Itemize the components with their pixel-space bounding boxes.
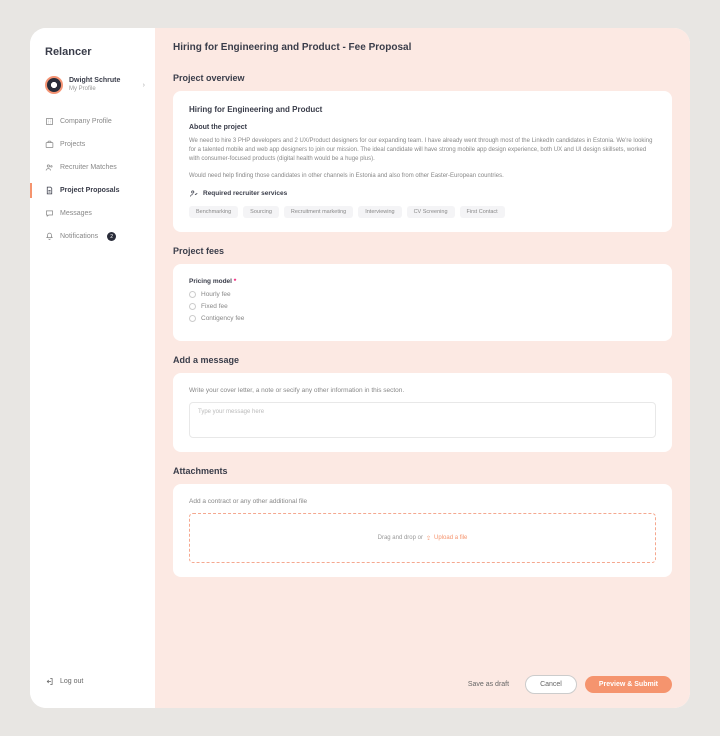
tag-list: Benchmarking Sourcing Recruitment market… <box>189 206 656 218</box>
attachments-heading: Attachments <box>173 466 672 476</box>
nav-label: Projects <box>60 141 85 148</box>
avatar <box>45 76 63 94</box>
about-p1: We need to hire 3 PHP developers and 2 U… <box>189 137 656 164</box>
brand-logo: Relancer <box>45 46 155 58</box>
fees-heading: Project fees <box>173 246 672 256</box>
tag: Sourcing <box>243 206 279 218</box>
pricing-label: Pricing model * <box>189 278 656 285</box>
radio-icon <box>189 315 196 322</box>
profile-name: Dwight Schrute <box>69 77 120 85</box>
nav-label: Recruiter Matches <box>60 164 117 171</box>
document-icon <box>45 186 54 195</box>
save-draft-button[interactable]: Save as draft <box>460 676 517 693</box>
tag: CV Screening <box>407 206 455 218</box>
radio-icon <box>189 291 196 298</box>
radio-fixed[interactable]: Fixed fee <box>189 303 656 310</box>
message-helper: Write your cover letter, a note or secif… <box>189 387 656 394</box>
project-title: Hiring for Engineering and Product <box>189 105 656 114</box>
action-bar: Save as draft Cancel Preview & Submit <box>173 663 672 694</box>
message-card: Write your cover letter, a note or secif… <box>173 373 672 452</box>
message-input[interactable]: Type your message here <box>189 402 656 438</box>
sidebar-item-notifications[interactable]: Notifications 2 <box>45 225 155 248</box>
attachments-helper: Add a contract or any other additional f… <box>189 498 656 505</box>
sidebar-nav: Company Profile Projects Recruiter Match… <box>45 110 155 248</box>
tag: First Contact <box>460 206 505 218</box>
sidebar-item-matches[interactable]: Recruiter Matches <box>45 156 155 179</box>
user-check-icon <box>189 189 198 198</box>
overview-heading: Project overview <box>173 73 672 83</box>
profile-sub: My Profile <box>69 86 120 93</box>
req-services-label: Required recruiter services <box>203 190 287 197</box>
sidebar-item-projects[interactable]: Projects <box>45 133 155 156</box>
radio-hourly[interactable]: Hourly fee <box>189 291 656 298</box>
briefcase-icon <box>45 140 54 149</box>
nav-label: Project Proposals <box>60 187 120 194</box>
preview-submit-button[interactable]: Preview & Submit <box>585 676 672 693</box>
fees-card: Pricing model * Hourly fee Fixed fee Con… <box>173 264 672 341</box>
drop-prefix: Drag and drop or <box>378 535 423 541</box>
nav-label: Company Profile <box>60 118 112 125</box>
notification-badge: 2 <box>107 232 116 241</box>
file-dropzone[interactable]: Drag and drop or ⇪ Upload a file <box>189 513 656 563</box>
nav-label: Messages <box>60 210 92 217</box>
logout-label: Log out <box>60 678 83 685</box>
building-icon <box>45 117 54 126</box>
cancel-button[interactable]: Cancel <box>525 675 577 694</box>
attachments-card: Add a contract or any other additional f… <box>173 484 672 577</box>
upload-link[interactable]: Upload a file <box>434 535 467 541</box>
message-icon <box>45 209 54 218</box>
sidebar-item-messages[interactable]: Messages <box>45 202 155 225</box>
overview-card: Hiring for Engineering and Product About… <box>173 91 672 232</box>
bell-icon <box>45 232 54 241</box>
radio-icon <box>189 303 196 310</box>
chevron-right-icon: › <box>143 82 145 89</box>
message-heading: Add a message <box>173 355 672 365</box>
sidebar-item-proposals[interactable]: Project Proposals <box>45 179 155 202</box>
logout-icon <box>45 677 54 686</box>
tag: Interviewing <box>358 206 401 218</box>
radio-contingency[interactable]: Contigency fee <box>189 315 656 322</box>
sidebar-item-company[interactable]: Company Profile <box>45 110 155 133</box>
nav-label: Notifications <box>60 233 98 240</box>
about-p2: Would need help finding those candidates… <box>189 172 656 181</box>
logout-button[interactable]: Log out <box>45 677 155 690</box>
profile-link[interactable]: Dwight Schrute My Profile › <box>45 76 155 94</box>
page-title: Hiring for Engineering and Product - Fee… <box>173 42 672 53</box>
users-icon <box>45 163 54 172</box>
tag: Recruitment marketing <box>284 206 353 218</box>
tag: Benchmarking <box>189 206 238 218</box>
upload-icon: ⇪ <box>426 535 431 542</box>
about-label: About the project <box>189 124 656 131</box>
